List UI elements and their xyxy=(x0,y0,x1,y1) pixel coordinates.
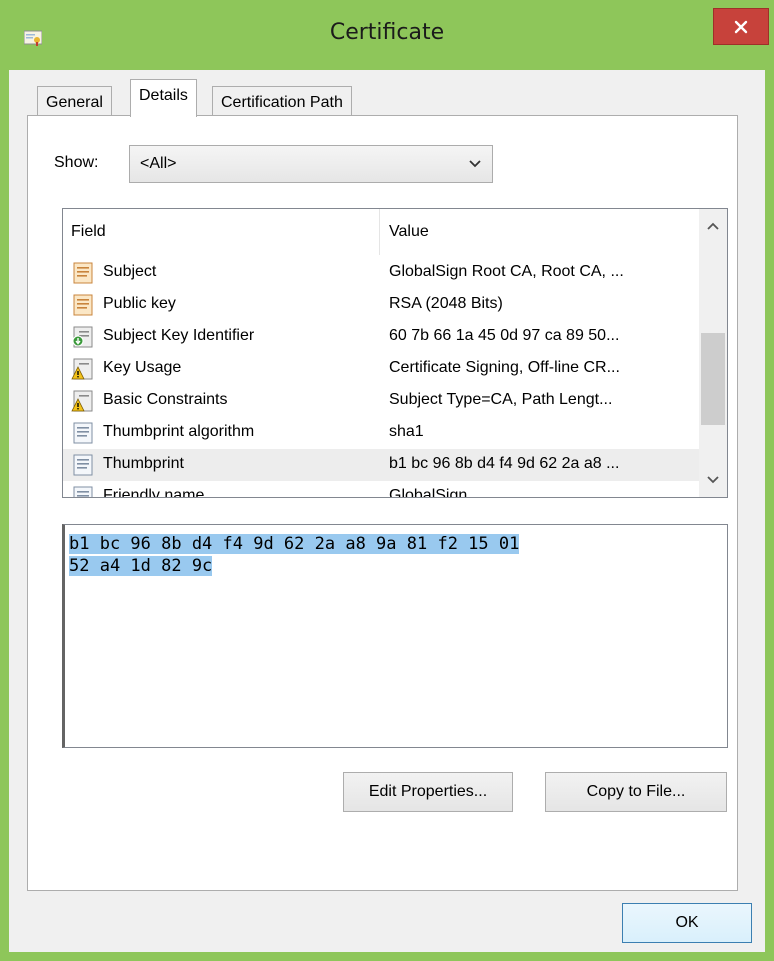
list-scrollbar[interactable] xyxy=(699,209,727,497)
copy-to-file-button[interactable]: Copy to File... xyxy=(545,772,727,812)
column-header-value[interactable]: Value xyxy=(389,223,429,241)
critical-extension-icon xyxy=(71,358,93,380)
show-label: Show: xyxy=(54,154,99,171)
row-field: Friendly name xyxy=(103,487,205,498)
tab-certification-path[interactable]: Certification Path xyxy=(212,86,352,118)
row-value: b1 bc 96 8b d4 f4 9d 62 2a a8 ... xyxy=(389,455,620,472)
row-field: Subject xyxy=(103,263,157,280)
row-field: Subject Key Identifier xyxy=(103,327,255,344)
certificate-dialog: Certificate General Details Certificatio… xyxy=(0,0,774,961)
list-header: Field Value xyxy=(63,209,699,257)
critical-extension-icon xyxy=(71,390,93,412)
scrollbar-thumb[interactable] xyxy=(701,333,725,425)
scroll-up-arrow-icon[interactable] xyxy=(707,221,719,231)
list-rows: Subject GlobalSign Root CA, Root CA, ... P… xyxy=(63,257,699,498)
value-line: b1 bc 96 8b d4 f4 9d 62 2a a8 9a 81 f2 1… xyxy=(69,533,520,555)
list-row[interactable]: Key Usage Certificate Signing, Off-line C… xyxy=(63,353,699,385)
ok-button[interactable]: OK xyxy=(622,903,752,943)
property-icon xyxy=(73,422,93,444)
row-value: Subject Type=CA, Path Lengt... xyxy=(389,391,613,408)
extension-icon xyxy=(72,326,93,348)
field-value-textbox[interactable]: b1 bc 96 8b d4 f4 9d 62 2a a8 9a 81 f2 1… xyxy=(62,524,728,748)
row-field: Public key xyxy=(103,295,176,312)
list-row[interactable]: Thumbprint b1 bc 96 8b d4 f4 9d 62 2a a8 … xyxy=(63,449,699,481)
row-value: RSA (2048 Bits) xyxy=(389,295,503,312)
column-header-field[interactable]: Field xyxy=(71,223,106,241)
list-row[interactable]: Thumbprint algorithm sha1 xyxy=(63,417,699,449)
tab-details[interactable]: Details xyxy=(130,79,197,117)
list-row[interactable]: Friendly name GlobalSign xyxy=(63,481,699,498)
tab-general[interactable]: General xyxy=(37,86,112,118)
row-value: GlobalSign xyxy=(389,487,468,498)
list-row[interactable]: Subject Key Identifier 60 7b 66 1a 45 0d … xyxy=(63,321,699,353)
chevron-down-icon xyxy=(469,160,481,168)
show-dropdown-value: <All> xyxy=(140,155,177,172)
row-field: Key Usage xyxy=(103,359,182,376)
row-value: Certificate Signing, Off-line CR... xyxy=(389,359,620,376)
details-list[interactable]: Field Value Subject GlobalSign Root CA, R… xyxy=(62,208,728,498)
row-field: Thumbprint algorithm xyxy=(103,423,255,440)
window-title: Certificate xyxy=(329,20,445,45)
title-bar[interactable]: Certificate xyxy=(0,0,774,70)
scroll-down-arrow-icon[interactable] xyxy=(707,475,719,485)
selected-text: b1 bc 96 8b d4 f4 9d 62 2a a8 9a 81 f2 1… xyxy=(69,534,520,554)
list-row[interactable]: Public key RSA (2048 Bits) xyxy=(63,289,699,321)
close-icon xyxy=(734,20,748,33)
show-dropdown[interactable]: <All> xyxy=(129,145,493,183)
property-icon xyxy=(73,454,93,476)
list-row[interactable]: Subject GlobalSign Root CA, Root CA, ... xyxy=(63,257,699,289)
property-icon xyxy=(73,486,93,497)
column-divider[interactable] xyxy=(379,209,380,255)
value-line: 52 a4 1d 82 9c xyxy=(69,555,213,577)
row-value: GlobalSign Root CA, Root CA, ... xyxy=(389,263,624,280)
certificate-field-icon xyxy=(73,262,93,284)
row-field: Thumbprint xyxy=(103,455,184,472)
edit-properties-button[interactable]: Edit Properties... xyxy=(343,772,513,812)
row-value: 60 7b 66 1a 45 0d 97 ca 89 50... xyxy=(389,327,620,344)
selected-text: 52 a4 1d 82 9c xyxy=(69,556,213,576)
close-button[interactable] xyxy=(713,8,769,45)
row-field: Basic Constraints xyxy=(103,391,228,408)
row-value: sha1 xyxy=(389,423,424,440)
certificate-field-icon xyxy=(73,294,93,316)
list-row[interactable]: Basic Constraints Subject Type=CA, Path L… xyxy=(63,385,699,417)
